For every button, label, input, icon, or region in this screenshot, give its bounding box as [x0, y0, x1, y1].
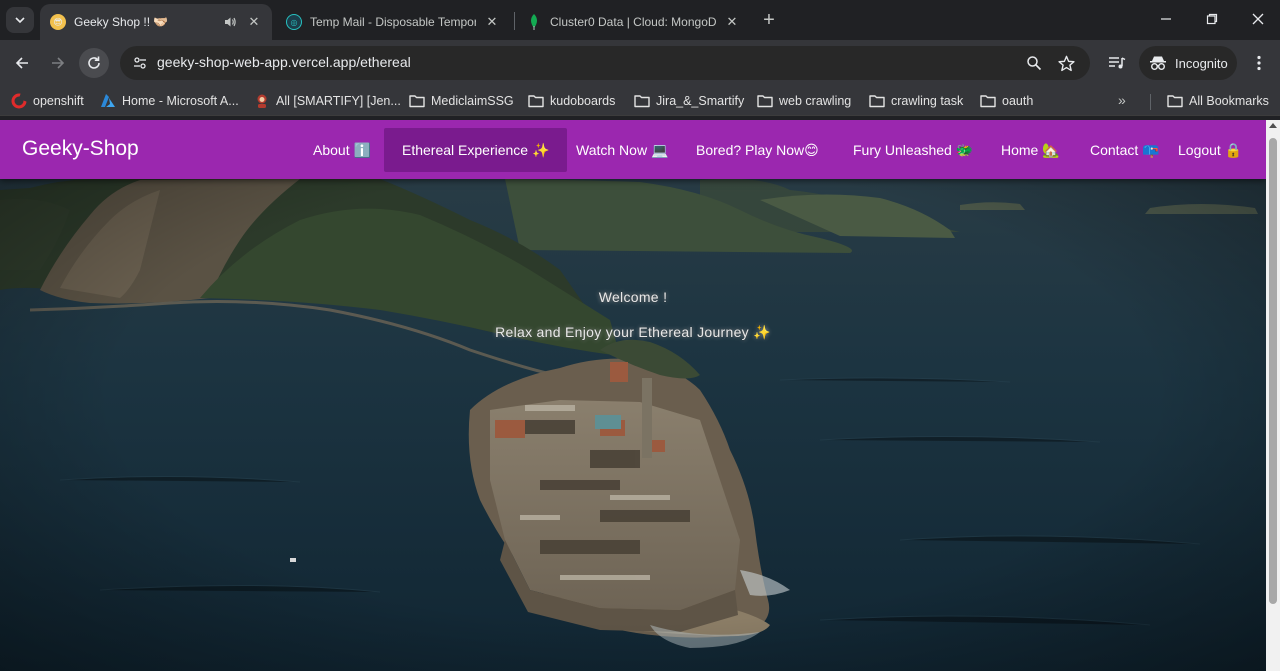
url-text[interactable]: geeky-shop-web-app.vercel.app/ethereal [157, 54, 411, 70]
nav-fury-unleashed[interactable]: Fury Unleashed 🐲 [835, 128, 991, 172]
incognito-icon [1150, 56, 1166, 70]
bookmark-label: All [SMARTIFY] [Jen... [276, 94, 401, 108]
browser-toolbar: geeky-shop-web-app.vercel.app/ethereal I… [0, 40, 1280, 86]
media-queue-icon[interactable] [1106, 52, 1128, 74]
reload-icon [88, 56, 100, 69]
tab-title: Temp Mail - Disposable Tempor [310, 15, 476, 29]
nav-watch-now[interactable]: Watch Now 💻 [558, 128, 686, 172]
all-bookmarks-label: All Bookmarks [1189, 94, 1269, 108]
tab-separator [514, 12, 515, 30]
folder-icon [409, 93, 425, 109]
bookmark-label: Jira_&_Smartify [656, 94, 745, 108]
site-brand[interactable]: Geeky-Shop [22, 137, 139, 161]
tab-close-icon[interactable]: ✕ [724, 14, 740, 30]
nav-home[interactable]: Home 🏡 [983, 128, 1078, 172]
emoji-favicon-icon: 😎 [50, 14, 66, 30]
minimize-icon[interactable] [1155, 8, 1177, 30]
bookmark-microsoft-azure[interactable]: Home - Microsoft A... [100, 92, 239, 110]
nav-about[interactable]: About ℹ️ [295, 128, 389, 172]
kebab-menu-icon[interactable] [1248, 52, 1270, 74]
bookmarks-separator [1150, 94, 1151, 110]
bookmark-folder-oauth[interactable]: oauth [980, 92, 1033, 110]
bookmark-label: Home - Microsoft A... [122, 94, 239, 108]
tab-close-icon[interactable]: ✕ [246, 14, 262, 30]
tab-close-icon[interactable]: ✕ [484, 14, 500, 30]
new-tab-button[interactable]: + [758, 9, 780, 31]
profile-label: Incognito [1175, 55, 1228, 71]
tab-title: Geeky Shop !! 🫱🏻‍🫲🏼 [74, 15, 169, 29]
all-bookmarks-button[interactable]: All Bookmarks [1167, 92, 1269, 110]
back-button[interactable] [7, 48, 37, 78]
bookmark-openshift[interactable]: openshift [11, 92, 84, 110]
bookmark-label: kudoboards [550, 94, 616, 108]
speaker-icon[interactable] [222, 14, 238, 30]
tab-mongodb[interactable]: Cluster0 Data | Cloud: MongoD ✕ [516, 4, 750, 40]
bookmark-label: oauth [1002, 94, 1034, 108]
bookmark-folder-kudoboards[interactable]: kudoboards [528, 92, 615, 110]
bookmark-smartify-jenkins[interactable]: All [SMARTIFY] [Jen... [254, 92, 401, 110]
forward-button[interactable] [43, 48, 73, 78]
folder-icon [634, 93, 650, 109]
jenkins-icon [254, 93, 270, 109]
scroll-up-arrow-icon[interactable] [1269, 123, 1277, 128]
bookmark-folder-mediclaimssg[interactable]: MediclaimSSG [409, 92, 514, 110]
reload-button[interactable] [79, 48, 109, 78]
bookmark-label: MediclaimSSG [431, 94, 514, 108]
bookmark-folder-crawling-task[interactable]: crawling task [869, 92, 963, 110]
tab-geeky-shop[interactable]: 😎 Geeky Shop !! 🫱🏻‍🫲🏼 ✕ [40, 4, 272, 40]
arrow-left-icon [15, 57, 28, 69]
tab-temp-mail[interactable]: ◎ Temp Mail - Disposable Tempor ✕ [276, 4, 510, 40]
nav-ethereal-experience[interactable]: Ethereal Experience ✨ [384, 128, 568, 172]
chevron-down-icon [15, 17, 25, 24]
folder-icon [980, 93, 996, 109]
tab-search-button[interactable] [6, 7, 34, 33]
folder-icon [869, 93, 885, 109]
bookmark-label: openshift [33, 94, 84, 108]
bookmark-star-icon[interactable] [1056, 53, 1076, 73]
arrow-right-icon [52, 57, 65, 69]
page-scrollbar[interactable] [1266, 120, 1280, 671]
azure-icon [100, 93, 116, 109]
bookmark-folder-web-crawling[interactable]: web crawling [757, 92, 851, 110]
site-info-tune-icon[interactable] [128, 51, 152, 75]
zoom-search-icon[interactable] [1024, 53, 1044, 73]
bookmark-folder-jira-smartify[interactable]: Jira_&_Smartify [634, 92, 744, 110]
address-bar[interactable]: geeky-shop-web-app.vercel.app/ethereal [120, 46, 1090, 80]
folder-icon [1167, 93, 1183, 109]
hero-welcome-text: Welcome ! [598, 289, 668, 305]
mongodb-leaf-icon [526, 14, 542, 30]
temp-mail-favicon-icon: ◎ [286, 14, 302, 30]
folder-icon [757, 93, 773, 109]
folder-icon [528, 93, 544, 109]
bookmark-label: crawling task [891, 94, 964, 108]
incognito-profile-button[interactable]: Incognito [1139, 46, 1237, 80]
window-close-icon[interactable] [1247, 8, 1269, 30]
site-navbar: Geeky-Shop About ℹ️ Ethereal Experience … [0, 120, 1266, 179]
scrollbar-thumb[interactable] [1269, 138, 1277, 604]
nav-logout[interactable]: Logout 🔒 [1160, 128, 1260, 172]
tab-title: Cluster0 Data | Cloud: MongoD [550, 15, 716, 29]
hero-subtitle-text: Relax and Enjoy your Ethereal Journey ✨ [495, 324, 771, 340]
openshift-icon [11, 93, 27, 109]
restore-icon[interactable] [1201, 8, 1223, 30]
nav-bored-play-now[interactable]: Bored? Play Now😊 [678, 128, 837, 172]
tab-strip: 😎 Geeky Shop !! 🫱🏻‍🫲🏼 ✕ ◎ Temp Mail - Di… [0, 0, 1280, 40]
bookmarks-bar: openshift Home - Microsoft A... All [SMA… [0, 86, 1280, 116]
page-viewport: Geeky-Shop About ℹ️ Ethereal Experience … [0, 120, 1266, 671]
hero-background-image [0, 120, 1266, 671]
bookmark-label: web crawling [779, 94, 852, 108]
bookmarks-overflow-chevron-icon[interactable]: » [1118, 92, 1126, 108]
